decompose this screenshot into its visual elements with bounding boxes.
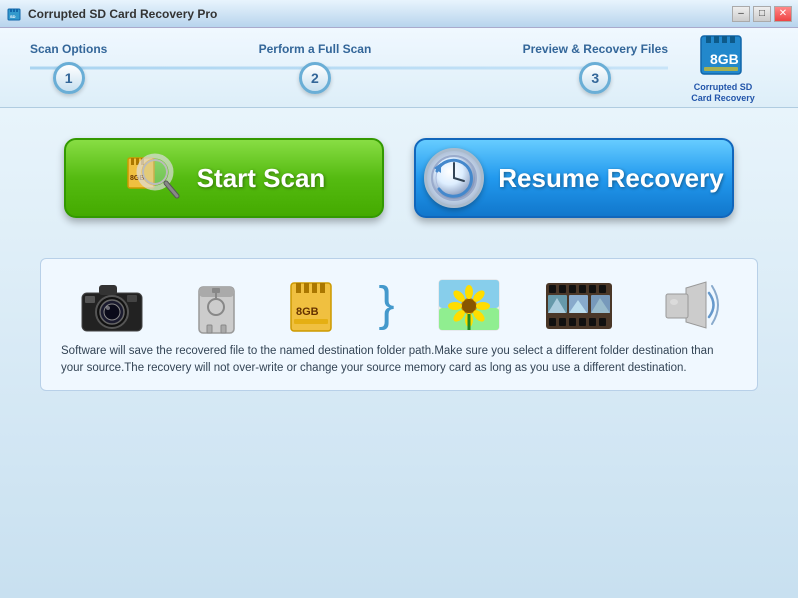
resume-recovery-button[interactable]: Resume Recovery xyxy=(414,138,734,218)
buttons-row: 8GB Start Scan xyxy=(40,128,758,238)
app-icon: SD xyxy=(6,6,22,22)
steps-bar: Scan Options 1 Perform a Full Scan 2 Pre… xyxy=(0,28,798,108)
photos-icon xyxy=(437,278,502,333)
film-icon xyxy=(544,278,614,333)
svg-text:8GB: 8GB xyxy=(296,306,319,318)
logo-icon: 8GB xyxy=(693,32,753,82)
step-3-label: Preview & Recovery Files xyxy=(523,42,668,56)
maximize-button[interactable]: □ xyxy=(753,6,771,22)
logo-text: Corrupted SDCard Recovery xyxy=(691,82,755,104)
logo-area: 8GB Corrupted SDCard Recovery xyxy=(678,32,768,104)
steps-container: Scan Options 1 Perform a Full Scan 2 Pre… xyxy=(30,42,668,94)
step-3: Preview & Recovery Files 3 xyxy=(523,42,668,94)
title-controls: – □ ✕ xyxy=(732,6,792,22)
music-icon xyxy=(656,278,721,333)
resume-recovery-label: Resume Recovery xyxy=(498,163,723,194)
step-1-circle: 1 xyxy=(53,62,85,94)
title-bar: SD Corrupted SD Card Recovery Pro – □ ✕ xyxy=(0,0,798,28)
logo-svg: 8GB xyxy=(696,32,751,82)
step-2: Perform a Full Scan 2 xyxy=(259,42,372,94)
start-scan-button[interactable]: 8GB Start Scan xyxy=(64,138,384,218)
title-bar-left: SD Corrupted SD Card Recovery Pro xyxy=(6,6,217,22)
svg-text:8GB: 8GB xyxy=(710,51,739,67)
step-2-label: Perform a Full Scan xyxy=(259,42,372,56)
scan-icon: 8GB xyxy=(123,148,183,208)
step-2-circle: 2 xyxy=(299,62,331,94)
step-1: Scan Options 1 xyxy=(30,42,107,94)
close-button[interactable]: ✕ xyxy=(774,6,792,22)
icons-row: 8GB } xyxy=(61,275,737,335)
main-content: 8GB Start Scan xyxy=(0,108,798,598)
info-text: Software will save the recovered file to… xyxy=(61,343,737,378)
minimize-button[interactable]: – xyxy=(732,6,750,22)
resume-icon xyxy=(424,148,484,208)
usb-drive-icon xyxy=(189,275,244,335)
icons-strip: 8GB } xyxy=(40,258,758,391)
start-scan-label: Start Scan xyxy=(197,163,326,194)
window-title: Corrupted SD Card Recovery Pro xyxy=(28,7,217,21)
step-1-label: Scan Options xyxy=(30,42,107,56)
step-3-circle: 3 xyxy=(579,62,611,94)
svg-text:SD: SD xyxy=(10,14,16,19)
camera-icon xyxy=(77,275,147,335)
bracket-icon: } xyxy=(378,281,394,329)
sdcard-icon: 8GB xyxy=(286,275,336,335)
